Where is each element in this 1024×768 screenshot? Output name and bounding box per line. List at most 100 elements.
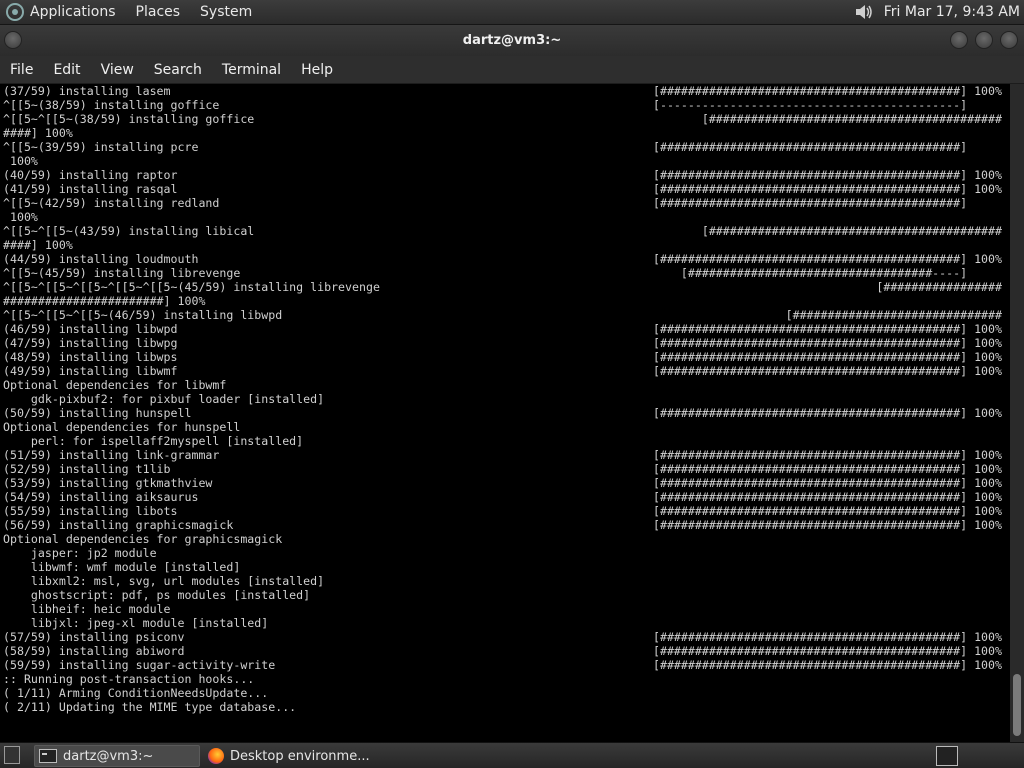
- panel-menu-system[interactable]: System: [200, 4, 252, 20]
- terminal-line: (58/59) installing abiword [#############…: [0, 644, 1010, 658]
- terminal-line: ^[[5~^[[5~^[[5~^[[5~^[[5~(45/59) install…: [0, 280, 1010, 294]
- terminal-line: ^[[5~^[[5~(38/59) installing goffice [###…: [0, 112, 1010, 126]
- progress-bar-text: [#######################################…: [701, 224, 1002, 238]
- terminal-line: (37/59) installing lasem [###############…: [0, 84, 1010, 98]
- terminal-menubar: File Edit View Search Terminal Help: [0, 56, 1024, 84]
- terminal-line-text: (56/59) installing graphicsmagick: [3, 518, 234, 532]
- terminal-line: perl: for ispellaff2myspell [installed]: [0, 434, 1010, 448]
- terminal-line: libxml2: msl, svg, url modules [installe…: [0, 574, 1010, 588]
- terminal-line-text: Optional dependencies for hunspell: [3, 420, 241, 434]
- terminal-line-text: (48/59) installing libwps: [3, 350, 178, 364]
- terminal-line-text: (53/59) installing gtkmathview: [3, 476, 213, 490]
- terminal-line-text: ( 1/11) Arming ConditionNeedsUpdate...: [3, 686, 269, 700]
- menu-terminal[interactable]: Terminal: [212, 62, 291, 78]
- terminal-line-text: (51/59) installing link-grammar: [3, 448, 220, 462]
- bottom-taskbar: dartz@vm3:~ Desktop environme...: [0, 742, 1024, 768]
- terminal-line-text: (37/59) installing lasem: [3, 84, 171, 98]
- speaker-icon[interactable]: [854, 3, 874, 21]
- terminal-line-text: (46/59) installing libwpd: [3, 322, 178, 336]
- progress-bar-text: [#######################################…: [652, 518, 1002, 532]
- terminal-line-text: jasper: jp2 module: [3, 546, 157, 560]
- progress-bar-text: [#######################################…: [652, 658, 1002, 672]
- terminal-line: (51/59) installing link-grammar [########…: [0, 448, 1010, 462]
- progress-bar-text: [#######################################…: [652, 448, 1002, 462]
- task-terminal[interactable]: dartz@vm3:~: [34, 745, 200, 767]
- menu-help[interactable]: Help: [291, 62, 343, 78]
- show-desktop-icon[interactable]: [4, 746, 20, 764]
- progress-bar-text: [#######################################…: [652, 644, 1002, 658]
- menu-view[interactable]: View: [91, 62, 144, 78]
- progress-bar-text: [#######################################…: [652, 84, 1002, 98]
- terminal-line: (41/59) installing rasqal [##############…: [0, 182, 1010, 196]
- terminal-line: ^[[5~^[[5~(43/59) installing libical [###…: [0, 224, 1010, 238]
- panel-menu-applications[interactable]: Applications: [30, 4, 116, 20]
- terminal-line: gdk-pixbuf2: for pixbuf loader [installe…: [0, 392, 1010, 406]
- task-label: dartz@vm3:~: [63, 748, 154, 764]
- terminal-line-text: (54/59) installing aiksaurus: [3, 490, 199, 504]
- terminal-line: (47/59) installing libwpg [##############…: [0, 336, 1010, 350]
- terminal-line-text: ^[[5~^[[5~^[[5~^[[5~^[[5~(45/59) install…: [3, 280, 380, 294]
- terminal-output[interactable]: (37/59) installing lasem [###############…: [0, 84, 1010, 742]
- progress-bar-text: [#######################################…: [652, 182, 1002, 196]
- workspace-switcher-icon[interactable]: [936, 746, 958, 766]
- progress-bar-text: [#######################################…: [652, 406, 1002, 420]
- terminal-line-text: ^[[5~^[[5~(43/59) installing libical: [3, 224, 255, 238]
- distro-logo-icon[interactable]: [6, 3, 24, 21]
- terminal-line-text: (49/59) installing libwmf: [3, 364, 178, 378]
- terminal-line-text: (41/59) installing rasqal: [3, 182, 178, 196]
- terminal-line: (53/59) installing gtkmathview [#########…: [0, 476, 1010, 490]
- firefox-icon: [208, 748, 224, 764]
- terminal-line: #######################] 100%: [0, 294, 1010, 308]
- terminal-line: (49/59) installing libwmf [##############…: [0, 364, 1010, 378]
- close-button[interactable]: [1000, 31, 1018, 49]
- terminal-line: ####] 100%: [0, 238, 1010, 252]
- terminal-line: (52/59) installing t1lib [###############…: [0, 462, 1010, 476]
- terminal-line-text: (40/59) installing raptor: [3, 168, 178, 182]
- terminal-line: (54/59) installing aiksaurus [###########…: [0, 490, 1010, 504]
- terminal-line-text: 100%: [3, 210, 38, 224]
- progress-bar-text: [#######################################…: [652, 140, 1002, 154]
- terminal-line-text: (58/59) installing abiword: [3, 644, 185, 658]
- maximize-button[interactable]: [975, 31, 993, 49]
- terminal-line: Optional dependencies for hunspell: [0, 420, 1010, 434]
- progress-bar-text: [#######################################…: [652, 364, 1002, 378]
- terminal-line-text: libwmf: wmf module [installed]: [3, 560, 241, 574]
- minimize-button[interactable]: [950, 31, 968, 49]
- terminal-line-text: (47/59) installing libwpg: [3, 336, 178, 350]
- terminal-line-text: libjxl: jpeg-xl module [installed]: [3, 616, 269, 630]
- progress-bar-text: [---------------------------------------…: [652, 98, 1002, 112]
- panel-menu-places[interactable]: Places: [136, 4, 181, 20]
- terminal-line-text: ^[[5~(45/59) installing librevenge: [3, 266, 241, 280]
- terminal-line-text: (52/59) installing t1lib: [3, 462, 171, 476]
- progress-bar-text: [#######################################…: [652, 630, 1002, 644]
- progress-bar-text: [#######################################…: [652, 490, 1002, 504]
- terminal-line-text: ghostscript: pdf, ps modules [installed]: [3, 588, 311, 602]
- window-titlebar[interactable]: dartz@vm3:~: [0, 25, 1024, 56]
- progress-bar-text: [#######################################…: [652, 322, 1002, 336]
- terminal-line: libjxl: jpeg-xl module [installed]: [0, 616, 1010, 630]
- terminal-line: (48/59) installing libwps [##############…: [0, 350, 1010, 364]
- progress-bar-text: [#######################################…: [652, 462, 1002, 476]
- menu-search[interactable]: Search: [144, 62, 212, 78]
- terminal-line: :: Running post-transaction hooks...: [0, 672, 1010, 686]
- terminal-line: ^[[5~(39/59) installing pcre [###########…: [0, 140, 1010, 154]
- terminal-line: libwmf: wmf module [installed]: [0, 560, 1010, 574]
- terminal-line-text: gdk-pixbuf2: for pixbuf loader [installe…: [3, 392, 325, 406]
- terminal-line: (56/59) installing graphicsmagick [######…: [0, 518, 1010, 532]
- terminal-line: (55/59) installing libots [##############…: [0, 504, 1010, 518]
- terminal-line-text: (57/59) installing psiconv: [3, 630, 185, 644]
- panel-clock[interactable]: Fri Mar 17, 9:43 AM: [884, 4, 1020, 20]
- task-firefox[interactable]: Desktop environme...: [204, 745, 404, 767]
- task-label: Desktop environme...: [230, 748, 370, 764]
- terminal-line: (50/59) installing hunspell [############…: [0, 406, 1010, 420]
- terminal-line-text: perl: for ispellaff2myspell [installed]: [3, 434, 304, 448]
- menu-file[interactable]: File: [0, 62, 43, 78]
- terminal-line-text: ^[[5~(42/59) installing redland: [3, 196, 220, 210]
- terminal-line: (40/59) installing raptor [##############…: [0, 168, 1010, 182]
- terminal-line: jasper: jp2 module: [0, 546, 1010, 560]
- menu-edit[interactable]: Edit: [43, 62, 90, 78]
- terminal-scrollbar[interactable]: [1010, 84, 1024, 742]
- scrollbar-thumb[interactable]: [1013, 674, 1021, 736]
- progress-bar-text: [##############################: [785, 308, 1002, 322]
- progress-bar-text: [#######################################…: [701, 112, 1002, 126]
